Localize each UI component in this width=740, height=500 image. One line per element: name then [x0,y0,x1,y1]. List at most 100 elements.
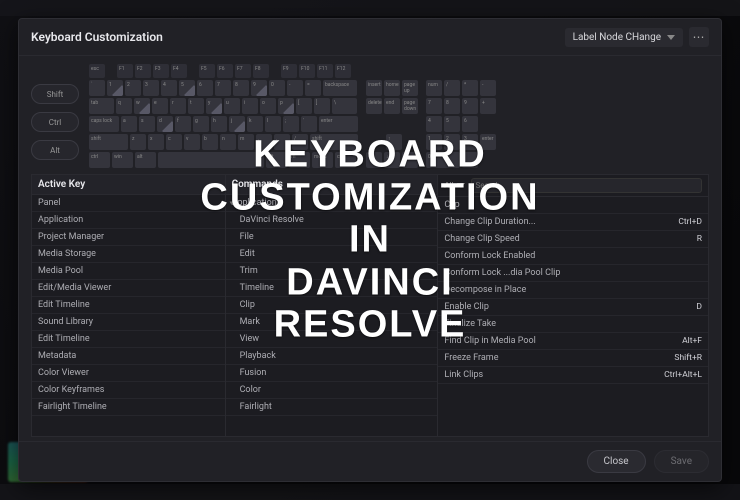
keystrokes-list[interactable]: ClipChange Clip Duration...Ctrl+DChange … [438,197,708,436]
key-3[interactable]: 3 [143,80,159,96]
command-item[interactable]: Fusion [226,365,438,382]
key-f10[interactable]: F10 [299,64,315,78]
command-item[interactable]: Clip [226,297,438,314]
key-f5[interactable]: F5 [199,64,215,78]
command-item[interactable]: View [226,331,438,348]
active-key-item[interactable]: Color Keyframes [32,382,225,399]
search-input[interactable] [471,178,702,193]
key-9[interactable]: 9 [251,80,267,96]
key-num[interactable]: num [426,80,442,96]
modifier-shift[interactable]: Shift [31,84,79,104]
key-6[interactable]: 6 [197,80,213,96]
key-s[interactable]: s [139,116,155,132]
key-f4[interactable]: F4 [171,64,187,78]
command-item[interactable]: Color [226,382,438,399]
key-[interactable]: - [480,80,496,96]
key-z[interactable]: z [130,134,146,150]
keystroke-row[interactable]: Decompose in Place [438,282,708,299]
key-o[interactable]: o [260,98,276,114]
key-[interactable]: * [462,80,478,96]
key-[interactable]: . [462,152,478,168]
command-item[interactable]: Playback [226,348,438,365]
active-key-item[interactable]: Edit Timeline [32,331,225,348]
key-n[interactable]: n [220,134,236,150]
key-[interactable]: . [274,134,290,150]
key-m[interactable]: m [238,134,254,150]
key-[interactable]: , [256,134,272,150]
key-[interactable]: / [292,134,308,150]
key-delete[interactable]: delete [366,98,382,114]
key-7[interactable]: 7 [215,80,231,96]
key-[interactable]: ↑ [386,134,402,150]
key-insert[interactable]: insert [366,80,382,96]
keystroke-row[interactable]: Conform Lock Enabled [438,248,708,265]
active-key-item[interactable]: Media Pool [32,263,225,280]
key-u[interactable]: u [224,98,240,114]
key-4[interactable]: 4 [161,80,177,96]
active-key-item[interactable]: Project Manager [32,229,225,246]
key-capslock[interactable]: caps lock [89,116,119,132]
key-enter[interactable]: enter [480,134,496,150]
key-pageup[interactable]: page up [402,80,418,96]
filter-all-chip[interactable]: All [444,181,464,190]
key-w[interactable]: w [134,98,150,114]
key-g[interactable]: g [193,116,209,132]
options-menu-button[interactable]: ⋯ [689,27,709,47]
key-pagedown[interactable]: page down [402,98,418,114]
key-t[interactable]: t [188,98,204,114]
key-1[interactable]: 1 [107,80,123,96]
key-y[interactable]: y [206,98,222,114]
key-2[interactable]: 2 [444,134,460,150]
key-5[interactable]: 5 [444,116,460,132]
key-d[interactable]: d [157,116,173,132]
key-p[interactable]: p [278,98,294,114]
key-win[interactable]: win [112,152,133,168]
key-end[interactable]: end [384,98,400,114]
key-[interactable]: - [287,80,303,96]
key-[interactable]: ← [366,152,382,168]
modifier-ctrl[interactable]: Ctrl [31,112,79,132]
key-f12[interactable]: F12 [335,64,351,78]
key-[interactable]: / [444,80,460,96]
key-9[interactable]: 9 [462,98,478,114]
key-[interactable]: + [480,98,496,114]
key-[interactable]: ; [283,116,299,132]
key-r[interactable]: r [170,98,186,114]
key-alt[interactable]: alt [135,152,156,168]
key-7[interactable]: 7 [426,98,442,114]
save-button[interactable]: Save [654,450,709,473]
key-f2[interactable]: F2 [135,64,151,78]
active-key-item[interactable]: Media Storage [32,246,225,263]
active-key-item[interactable]: Panel [32,195,225,212]
key-e[interactable]: e [152,98,168,114]
command-group[interactable]: ▾Application [226,195,438,212]
key-tab[interactable]: tab [89,98,114,114]
key-[interactable]: → [402,152,418,168]
active-key-item[interactable]: Metadata [32,348,225,365]
active-key-item[interactable]: Edit/Media Viewer [32,280,225,297]
key-k[interactable]: k [247,116,263,132]
command-item[interactable]: Timeline [226,280,438,297]
key-fn[interactable]: fn [289,152,310,168]
key-[interactable]: ↓ [384,152,400,168]
key-5[interactable]: 5 [179,80,195,96]
key-2[interactable]: 2 [125,80,141,96]
key-h[interactable]: h [211,116,227,132]
key-v[interactable]: v [184,134,200,150]
key-c[interactable]: c [166,134,182,150]
key-home[interactable]: home [384,80,400,96]
close-button[interactable]: Close [587,450,646,473]
key-6[interactable]: 6 [462,116,478,132]
active-key-item[interactable]: Fairlight Timeline [32,399,225,416]
preset-dropdown[interactable]: Label Node CHange [565,28,683,47]
keystroke-row[interactable]: Change Clip SpeedR [438,231,708,248]
keystroke-row[interactable]: Clip [438,197,708,214]
command-item[interactable]: Mark [226,314,438,331]
key-f8[interactable]: F8 [253,64,269,78]
key-f6[interactable]: F6 [217,64,233,78]
keystroke-row[interactable]: Change Clip Duration...Ctrl+D [438,214,708,231]
active-key-list[interactable]: PanelApplicationProject ManagerMedia Sto… [32,195,225,436]
command-item[interactable]: Trim [226,263,438,280]
key-1[interactable]: 1 [426,134,442,150]
key-f7[interactable]: F7 [235,64,251,78]
